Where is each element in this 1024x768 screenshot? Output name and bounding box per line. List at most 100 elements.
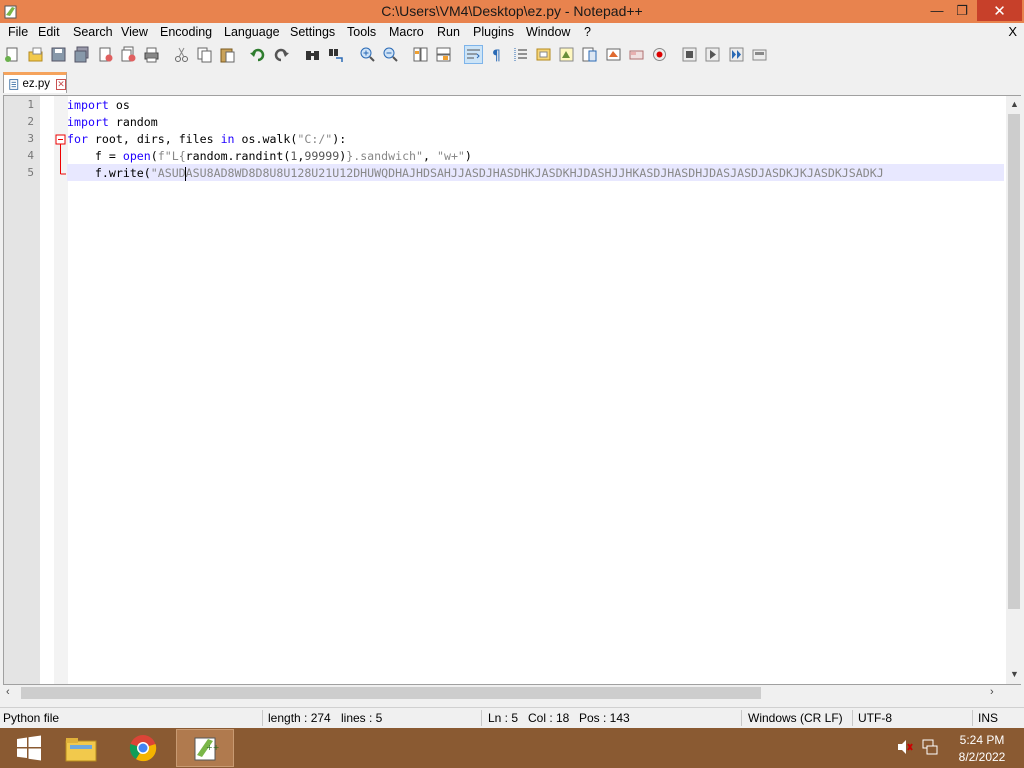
network-icon[interactable]	[921, 738, 939, 756]
code-line: f = open(f"L{random.randint(1,99999)}.sa…	[67, 148, 472, 165]
line-number: 1	[27, 98, 34, 111]
copy-icon[interactable]	[196, 46, 213, 63]
code-token: for	[67, 132, 88, 146]
scroll-down-icon[interactable]: ▼	[1010, 669, 1019, 679]
code-token: "w+"	[436, 149, 465, 163]
status-position: Pos : 143	[579, 711, 630, 725]
close-icon[interactable]	[97, 46, 114, 63]
folder-workspace-icon[interactable]	[605, 46, 622, 63]
code-token: ):	[332, 132, 347, 146]
status-length: length : 274	[268, 711, 331, 725]
start-button[interactable]	[0, 729, 58, 767]
menu-view[interactable]: View	[121, 25, 148, 39]
save-macro-icon[interactable]	[751, 46, 768, 63]
close-button[interactable]: ✕	[977, 0, 1022, 21]
vertical-scroll-thumb[interactable]	[1008, 114, 1020, 609]
close-all-icon[interactable]	[120, 46, 137, 63]
menu-plugins[interactable]: Plugins	[473, 25, 514, 39]
new-file-icon[interactable]	[4, 46, 21, 63]
status-encoding[interactable]: UTF-8	[858, 711, 892, 725]
status-file-type: Python file	[3, 711, 60, 725]
record-macro-icon[interactable]	[651, 46, 668, 63]
code-token: "C:/"	[297, 132, 333, 146]
stop-macro-icon[interactable]	[681, 46, 698, 63]
show-all-chars-icon[interactable]: ¶	[488, 46, 505, 63]
save-all-icon[interactable]	[73, 46, 90, 63]
menu-window[interactable]: Window	[526, 25, 570, 39]
replace-icon[interactable]	[327, 46, 344, 63]
scroll-right-icon[interactable]: ›	[990, 686, 994, 698]
menu-macro[interactable]: Macro	[389, 25, 424, 39]
status-eol[interactable]: Windows (CR LF)	[748, 711, 843, 725]
word-wrap-icon[interactable]	[464, 45, 483, 64]
taskbar-file-explorer[interactable]	[52, 729, 110, 767]
speaker-muted-icon[interactable]	[897, 738, 913, 756]
notepad-plus-plus-icon: ++	[194, 737, 219, 761]
doc-map-icon[interactable]	[558, 46, 575, 63]
open-file-icon[interactable]	[27, 46, 44, 63]
taskbar: ++ 5:24 PM 8/2/2022	[0, 728, 1024, 768]
menu-search[interactable]: Search	[73, 25, 113, 39]
sync-horizontal-icon[interactable]	[435, 46, 452, 63]
code-token: os	[108, 98, 130, 112]
find-icon[interactable]	[304, 46, 321, 63]
code-line: import random	[67, 114, 158, 131]
monitor-icon[interactable]	[628, 46, 645, 63]
user-lang-icon[interactable]	[535, 46, 552, 63]
scroll-left-icon[interactable]: ‹	[6, 686, 10, 698]
code-token: open	[122, 149, 151, 163]
folder-icon	[65, 738, 97, 762]
tab-close-icon[interactable]: ✕	[56, 78, 66, 90]
clock-date[interactable]: 8/2/2022	[952, 750, 1012, 764]
windows-logo-icon	[17, 735, 41, 761]
zoom-in-icon[interactable]	[359, 46, 376, 63]
fold-minus-icon[interactable]	[55, 134, 67, 178]
horizontal-scroll-thumb[interactable]	[21, 687, 761, 699]
save-icon[interactable]	[50, 46, 67, 63]
paste-icon[interactable]	[219, 46, 236, 63]
editor-area[interactable]: 1 2 3 4 5 import os import random for ro…	[3, 95, 1022, 685]
fold-margin[interactable]	[54, 96, 68, 684]
horizontal-scrollbar[interactable]: ‹ ›	[3, 685, 1003, 701]
menu-language[interactable]: Language	[224, 25, 280, 39]
vertical-scrollbar[interactable]: ▲ ▼	[1006, 96, 1022, 684]
status-line-number: Ln : 5	[488, 711, 519, 725]
code-token: )	[464, 149, 472, 163]
menu-help[interactable]: ?	[584, 25, 591, 39]
clock-time[interactable]: 5:24 PM	[952, 733, 1012, 747]
menu-encoding[interactable]: Encoding	[160, 25, 212, 39]
indent-guide-icon[interactable]	[512, 46, 529, 63]
taskbar-notepad-plus-plus[interactable]: ++	[176, 729, 234, 767]
taskbar-chrome[interactable]	[114, 729, 172, 767]
code-token: random.randint(	[185, 149, 291, 163]
status-column: Col : 18	[528, 711, 570, 725]
code-token: ASU8AD8WD8D8U8U128U21U12DHUWQDHAJHDSAHJJ…	[185, 166, 884, 180]
undo-icon[interactable]	[249, 46, 266, 63]
window-title: C:\Users\VM4\Desktop\ez.py - Notepad++	[381, 3, 643, 19]
menu-edit[interactable]: Edit	[38, 25, 60, 39]
status-insert-mode[interactable]: INS	[978, 711, 998, 725]
tab-ez-py[interactable]: ez.py ✕	[3, 72, 67, 93]
menu-tools[interactable]: Tools	[347, 25, 376, 39]
play-macro-icon[interactable]	[704, 46, 721, 63]
run-macro-multiple-icon[interactable]	[728, 46, 745, 63]
menu-file[interactable]: File	[8, 25, 28, 39]
menu-settings[interactable]: Settings	[290, 25, 335, 39]
code-token: root, dirs, files	[87, 132, 221, 146]
menu-bar: File Edit Search View Encoding Language …	[0, 23, 1024, 42]
cut-icon[interactable]	[173, 46, 190, 63]
scroll-up-icon[interactable]: ▲	[1010, 99, 1019, 109]
redo-icon[interactable]	[273, 46, 290, 63]
code-line: import os	[67, 97, 130, 114]
menu-run[interactable]: Run	[437, 25, 460, 39]
title-bar: C:\Users\VM4\Desktop\ez.py - Notepad++ —…	[0, 0, 1024, 23]
status-bar: Python file length : 274 lines : 5 Ln : …	[0, 707, 1024, 728]
line-number: 4	[27, 149, 34, 162]
file-saved-icon	[9, 78, 19, 90]
zoom-out-icon[interactable]	[382, 46, 399, 63]
function-list-icon[interactable]	[581, 46, 598, 63]
maximize-button[interactable]: ❐	[948, 0, 976, 21]
close-document-button[interactable]: X	[1008, 24, 1017, 39]
sync-vertical-icon[interactable]	[412, 46, 429, 63]
print-icon[interactable]	[143, 46, 160, 63]
